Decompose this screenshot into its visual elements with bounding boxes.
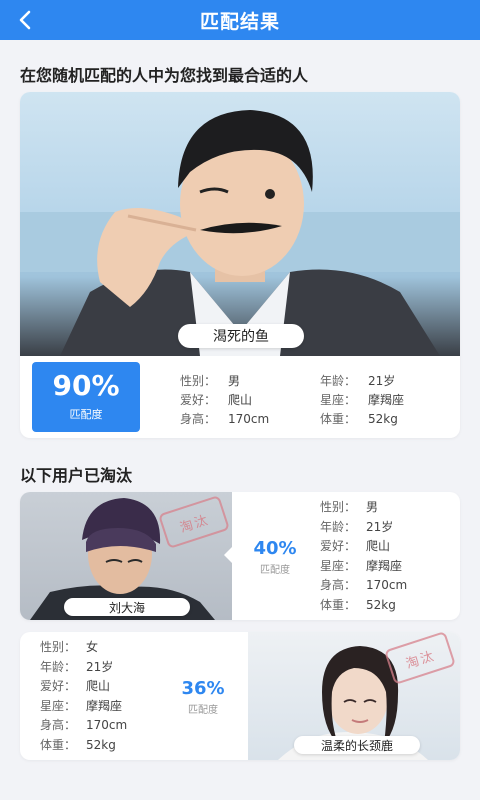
height-key: 身高： — [40, 718, 77, 732]
age-key: 年龄： — [320, 519, 357, 534]
eliminated-card-1[interactable]: 刘大海 淘汰 40% 匹配度 性别： 男 年龄： 21岁 爱好： 爬山 星座： 摩羯座 … — [20, 492, 460, 620]
eliminated-name-2: 温柔的长颈鹿 — [294, 736, 420, 754]
sign-value: 摩羯座 — [366, 558, 403, 573]
page-title: 匹配结果 — [199, 10, 280, 33]
sign-key: 星座： — [320, 393, 357, 407]
hobby-value: 爬山 — [228, 393, 253, 407]
hobby-key: 爱好： — [40, 679, 77, 693]
gender-value: 女 — [86, 640, 99, 654]
gender-value: 男 — [228, 374, 241, 388]
weight-value: 52kg — [368, 412, 398, 426]
age-value: 21岁 — [368, 374, 396, 388]
height-key: 身高： — [180, 412, 217, 426]
hobby-key: 爱好： — [320, 539, 357, 553]
eliminated-info-2: 性别： 女 年龄： 21岁 爱好： 爬山 星座： 摩羯座 身高： 170cm 体重： 52k… — [40, 638, 127, 755]
height-value: 170cm — [228, 412, 270, 426]
eliminated-heading: 以下用户已淘汰 — [20, 466, 133, 485]
height-key: 身高： — [320, 578, 357, 592]
back-button[interactable] — [14, 8, 38, 32]
match-label: 匹配度 — [188, 705, 218, 716]
gender-key: 性别： — [180, 374, 217, 388]
sign-value: 摩羯座 — [368, 393, 405, 407]
weight-value: 52kg — [86, 737, 116, 752]
sign-key: 星座： — [320, 558, 357, 573]
weight-key: 体重： — [40, 737, 77, 752]
age-key: 年龄： — [40, 659, 77, 674]
height-value: 170cm — [86, 718, 128, 732]
sign-value: 摩羯座 — [86, 698, 123, 713]
match-percent: 36% — [181, 678, 225, 699]
eliminated-score-2: 36% 匹配度 — [168, 678, 238, 716]
height-value: 170cm — [366, 578, 408, 592]
eliminated-name-1: 刘大海 — [64, 598, 190, 616]
match-label: 匹配度 — [260, 565, 290, 576]
best-match-card[interactable]: 渴死的鱼 90% 匹配度 性别：男 年龄： 21岁 爱好： 爬山 星座： 摩羯座 身高… — [20, 92, 460, 438]
match-percent: 40% — [253, 538, 297, 559]
best-match-heading: 在您随机匹配的人中为您找到最合适的人 — [20, 66, 309, 85]
weight-value: 52kg — [366, 597, 396, 612]
hobby-value: 爬山 — [366, 539, 391, 553]
top-nav-bar: 匹配结果 — [0, 0, 480, 40]
chevron-left-icon — [19, 10, 31, 30]
age-key: 年龄： — [320, 374, 357, 388]
eliminated-card-2[interactable]: 性别： 女 年龄： 21岁 爱好： 爬山 星座： 摩羯座 身高： 170cm 体重： 52k… — [20, 632, 460, 760]
weight-key: 体重： — [320, 597, 357, 612]
hobby-value: 爬山 — [86, 679, 111, 693]
best-match-info: 性别： 男 年龄： 21岁 爱好： 爬山 星座： 摩羯座 身高： 170cm 体重： 52k… — [20, 92, 460, 438]
sign-key: 星座： — [40, 698, 77, 713]
eliminated-photo-2: 温柔的长颈鹿 淘汰 — [248, 632, 460, 760]
card-notch — [224, 547, 232, 563]
weight-key: 体重： — [320, 412, 357, 426]
eliminated-info-1: 性别： 男 年龄： 21岁 爱好： 爬山 星座： 摩羯座 身高： 170cm 体重： 52k… — [320, 498, 407, 615]
age-value: 21岁 — [86, 659, 114, 674]
gender-key: 性别： — [320, 500, 357, 514]
age-value: 21岁 — [366, 519, 394, 534]
eliminated-photo-1: 刘大海 淘汰 — [20, 492, 232, 620]
gender-key: 性别： — [40, 640, 77, 654]
eliminated-score-1: 40% 匹配度 — [240, 538, 310, 576]
gender-value: 男 — [366, 500, 379, 514]
hobby-key: 爱好： — [180, 393, 217, 407]
